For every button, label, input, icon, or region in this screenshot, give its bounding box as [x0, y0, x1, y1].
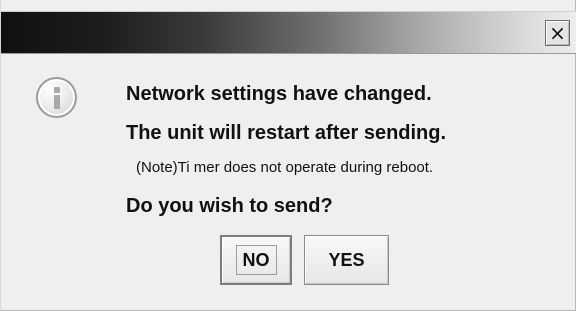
yes-button-label: YES: [328, 249, 365, 270]
info-icon: [36, 77, 77, 118]
confirm-dialog: × Network settings have changed. The uni…: [0, 0, 576, 311]
yes-button[interactable]: YES: [304, 235, 389, 285]
close-icon: ×: [549, 21, 566, 45]
no-button[interactable]: NO: [220, 235, 292, 285]
timer-note: (Note)Ti mer does not operate during reb…: [136, 159, 434, 176]
info-icon-dot: [54, 87, 60, 93]
close-button[interactable]: ×: [545, 20, 570, 46]
info-icon-stem: [54, 95, 60, 109]
no-button-label: NO: [235, 245, 277, 275]
network-changed-message: Network settings have changed.: [126, 83, 432, 105]
dialog-title-bar[interactable]: ×: [1, 11, 576, 54]
send-question: Do you wish to send?: [126, 195, 333, 217]
restart-message: The unit will restart after sending.: [126, 122, 447, 144]
